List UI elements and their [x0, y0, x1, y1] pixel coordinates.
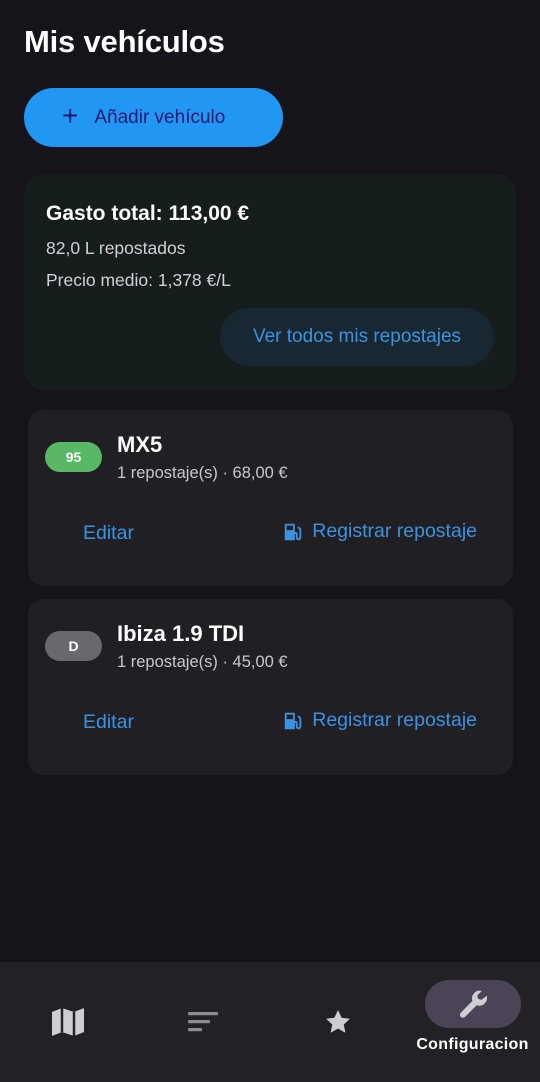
plus-icon: + [62, 100, 79, 131]
vehicles-screen: Mis vehículos + Añadir vehículo Gasto to… [0, 0, 540, 1082]
bottom-navigation: Configuracion [0, 962, 540, 1082]
vehicle-name: MX5 [117, 432, 163, 457]
total-liters: 82,0 L repostados [46, 238, 186, 258]
summary-card: Gasto total: 113,00 € 82,0 L repostados … [24, 174, 516, 390]
view-all-refuels-button[interactable]: Ver todos mis repostajes [220, 308, 494, 366]
nav-item-favorites[interactable] [270, 962, 405, 1082]
nav-item-list[interactable] [135, 962, 270, 1082]
star-icon [325, 1010, 350, 1033]
wrench-icon [459, 990, 487, 1018]
register-refuel-label: Registrar repostaje [312, 520, 477, 542]
add-vehicle-label: Añadir vehículo [94, 106, 226, 128]
nav-item-settings[interactable]: Configuracion [405, 962, 540, 1082]
edit-vehicle-button[interactable]: Editar [83, 522, 134, 545]
add-vehicle-button[interactable]: + Añadir vehículo [24, 88, 283, 147]
vehicle-name: Ibiza 1.9 TDI [117, 621, 245, 646]
nav-item-map[interactable] [0, 962, 135, 1082]
list-icon [187, 1012, 218, 1032]
register-refuel-label: Registrar repostaje [312, 709, 477, 731]
edit-vehicle-button[interactable]: Editar [83, 711, 134, 734]
nav-label-settings: Configuracion [416, 1036, 529, 1053]
map-icon [51, 1008, 84, 1036]
vehicle-card[interactable]: D Ibiza 1.9 TDI 1 repostaje(s) · 45,00 €… [28, 599, 513, 775]
vehicle-refuel-summary: 1 repostaje(s) · 68,00 € [117, 464, 288, 482]
average-price: Precio medio: 1,378 €/L [46, 270, 231, 290]
vehicle-refuel-summary: 1 repostaje(s) · 45,00 € [117, 653, 288, 671]
register-refuel-button[interactable]: Registrar repostaje [282, 709, 477, 732]
vehicle-card[interactable]: 95 MX5 1 repostaje(s) · 68,00 € Editar R… [28, 410, 513, 586]
page-title: Mis vehículos [24, 24, 225, 59]
fuel-type-badge: 95 [45, 442, 102, 472]
register-refuel-button[interactable]: Registrar repostaje [282, 520, 477, 543]
fuel-pump-icon [285, 523, 302, 540]
fuel-type-badge: D [45, 631, 102, 661]
total-spent: Gasto total: 113,00 € [46, 202, 250, 225]
fuel-pump-icon [285, 712, 302, 729]
